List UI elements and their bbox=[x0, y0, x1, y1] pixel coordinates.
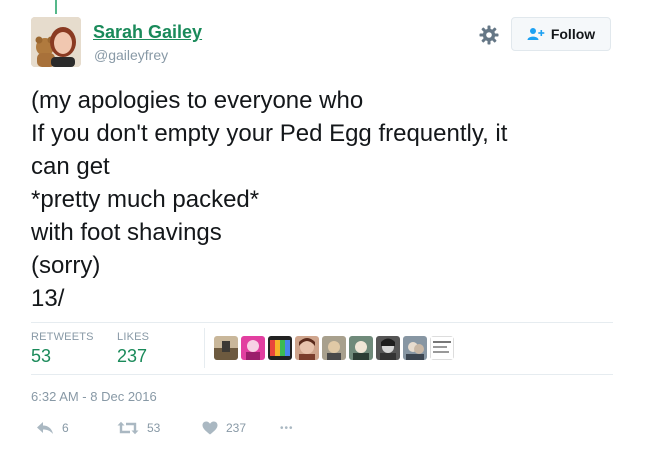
liker-avatar[interactable] bbox=[403, 336, 427, 360]
retweets-stat[interactable]: RETWEETS 53 bbox=[31, 331, 94, 367]
gear-icon[interactable] bbox=[479, 25, 499, 45]
liker-avatar[interactable] bbox=[268, 336, 292, 360]
likes-count: 237 bbox=[117, 346, 148, 366]
more-icon: ••• bbox=[280, 423, 294, 434]
retweets-count: 53 bbox=[31, 346, 52, 366]
heart-icon bbox=[202, 421, 218, 435]
more-actions-button[interactable]: ••• bbox=[280, 423, 294, 434]
liker-avatar[interactable] bbox=[295, 336, 319, 360]
user-handle: @gaileyfrey bbox=[94, 47, 169, 63]
tweet-line: can get bbox=[31, 153, 110, 180]
retweets-label: RETWEETS bbox=[31, 331, 94, 343]
tweet-timestamp[interactable]: 6:32 AM - 8 Dec 2016 bbox=[31, 389, 157, 404]
retweet-count: 53 bbox=[147, 421, 161, 435]
tweet-text: (my apologies to everyone who If you don… bbox=[31, 84, 621, 315]
add-user-icon bbox=[527, 28, 545, 40]
thread-connector-line bbox=[55, 0, 57, 14]
avatar[interactable] bbox=[31, 17, 81, 67]
tweet-line: (my apologies to everyone who bbox=[31, 87, 364, 114]
user-name[interactable]: Sarah Gailey bbox=[93, 22, 202, 43]
liker-avatar[interactable] bbox=[349, 336, 373, 360]
like-count: 237 bbox=[226, 421, 247, 435]
tweet-line: 13/ bbox=[31, 285, 65, 312]
stats-separator bbox=[204, 328, 205, 368]
stats-top-divider bbox=[31, 322, 613, 323]
liker-avatar[interactable] bbox=[214, 336, 238, 360]
likes-label: LIKES bbox=[117, 331, 150, 343]
retweet-action[interactable]: 53 bbox=[117, 421, 160, 435]
retweet-icon bbox=[117, 421, 139, 435]
stats-bottom-divider bbox=[31, 374, 613, 375]
reply-count: 6 bbox=[62, 421, 69, 435]
tweet-line: (sorry) bbox=[31, 252, 101, 279]
tweet-line: If you don't empty your Ped Egg frequent… bbox=[31, 120, 508, 147]
liker-avatar[interactable] bbox=[430, 336, 454, 360]
liker-avatars bbox=[214, 336, 454, 360]
liker-avatar[interactable] bbox=[376, 336, 400, 360]
follow-button[interactable]: Follow bbox=[511, 17, 611, 51]
reply-action[interactable]: 6 bbox=[36, 421, 69, 435]
reply-icon bbox=[37, 422, 53, 434]
liker-avatar[interactable] bbox=[241, 336, 265, 360]
tweet-line: with foot shavings bbox=[31, 219, 222, 246]
follow-label: Follow bbox=[550, 26, 596, 42]
liker-avatar[interactable] bbox=[322, 336, 346, 360]
like-action[interactable]: 237 bbox=[202, 421, 246, 435]
likes-stat[interactable]: LIKES 237 bbox=[117, 331, 149, 367]
tweet-line: *pretty much packed* bbox=[31, 186, 260, 213]
